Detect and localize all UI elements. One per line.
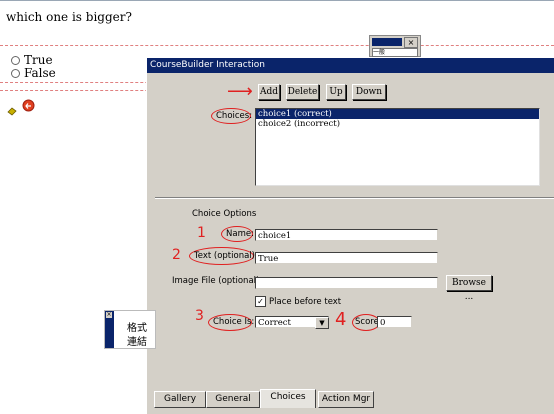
close-icon[interactable]: × xyxy=(106,312,112,318)
format-label: 格式 xyxy=(127,323,147,334)
mini-format-select[interactable]: 一般 xyxy=(372,48,418,57)
chevron-down-icon[interactable]: ▼ xyxy=(315,317,329,329)
tab-action-mgr[interactable]: Action Mgr xyxy=(318,391,374,408)
radio-true[interactable] xyxy=(11,56,20,65)
add-button[interactable]: Add xyxy=(258,84,280,100)
choices-list[interactable]: choice1 (correct) choice2 (incorrect) xyxy=(255,108,540,186)
text-field[interactable]: True xyxy=(255,252,438,264)
up-button[interactable]: Up xyxy=(326,84,346,100)
list-item[interactable]: choice1 (correct) xyxy=(256,109,539,119)
question-text: which one is bigger? xyxy=(6,10,132,24)
panel-header: × xyxy=(105,311,114,348)
annotation-number-2: 2 xyxy=(172,247,181,263)
annotation-arrow: ⟶ xyxy=(227,81,253,102)
mini-titlebar xyxy=(372,38,402,46)
dialog-title: CourseBuilder Interaction xyxy=(147,58,554,73)
choice-is-value: Correct xyxy=(258,318,291,328)
format-link-panel: × 格式 連結 xyxy=(104,310,156,349)
coursebuilder-dialog: CourseBuilder Interaction ⟶ Add Delete U… xyxy=(146,57,554,414)
tab-choices[interactable]: Choices xyxy=(260,389,316,408)
mini-properties-window: × 一般 xyxy=(369,35,421,57)
tab-general[interactable]: General xyxy=(206,391,260,408)
choice-options-title: Choice Options xyxy=(192,209,257,219)
name-field[interactable]: choice1 xyxy=(255,229,438,241)
place-before-text-checkbox[interactable]: ✓ xyxy=(255,296,266,307)
annotation-number-3: 3 xyxy=(195,308,204,324)
choice-is-label: Choice Is: xyxy=(213,317,255,327)
choices-label: Choices: xyxy=(216,111,253,121)
image-file-field[interactable] xyxy=(255,277,438,289)
annotation-number-1: 1 xyxy=(197,225,206,241)
section-divider xyxy=(155,197,554,199)
option-true-label: True xyxy=(24,53,53,67)
feedback-icon[interactable] xyxy=(7,101,17,116)
tab-gallery[interactable]: Gallery xyxy=(154,391,206,408)
dashed-divider xyxy=(0,45,554,46)
annotation-number-4: 4 xyxy=(335,309,347,330)
text-label: Text (optional): xyxy=(194,251,258,261)
name-label: Name: xyxy=(226,229,254,239)
score-field[interactable]: 0 xyxy=(377,316,412,328)
radio-false[interactable] xyxy=(11,69,20,78)
link-label: 連結 xyxy=(127,337,147,348)
browse-button[interactable]: Browse ... xyxy=(446,275,492,302)
delete-button[interactable]: Delete xyxy=(286,84,319,100)
option-false-label: False xyxy=(24,66,56,80)
image-file-label: Image File (optional): xyxy=(172,276,263,286)
reset-icon[interactable] xyxy=(22,97,35,112)
place-before-text-label: Place before text xyxy=(269,297,342,307)
list-item[interactable]: choice2 (incorrect) xyxy=(256,119,539,129)
mini-close-button[interactable]: × xyxy=(404,37,418,48)
down-button[interactable]: Down xyxy=(352,84,386,100)
top-border xyxy=(0,0,554,1)
